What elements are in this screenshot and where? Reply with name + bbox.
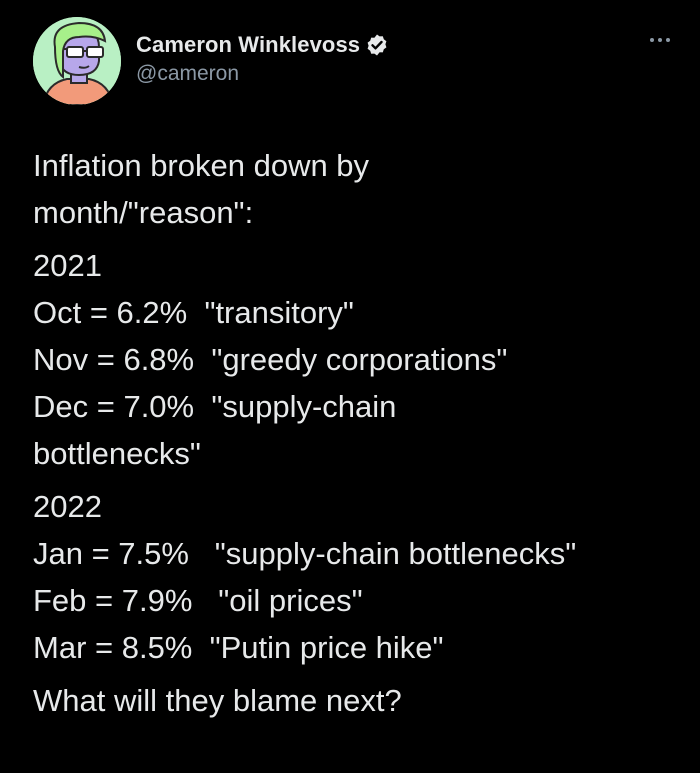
cartoon-avatar-icon — [33, 17, 121, 105]
intro-paragraph: Inflation broken down by month/"reason": — [33, 142, 673, 236]
text-line: What will they blame next? — [33, 683, 402, 718]
closing-paragraph: What will they blame next? — [33, 677, 673, 724]
tweet-text: Inflation broken down by month/"reason":… — [33, 142, 673, 724]
display-name-row: Cameron Winklevoss — [136, 31, 389, 59]
tweet-header: Cameron Winklevoss @cameron — [33, 17, 673, 107]
text-line: Nov = 6.8% "greedy corporations" — [33, 342, 508, 377]
text-line: Mar = 8.5% "Putin price hike" — [33, 630, 444, 665]
text-line: Dec = 7.0% "supply-chain — [33, 389, 397, 424]
verified-badge-icon — [367, 34, 387, 56]
year-heading: 2021 — [33, 248, 102, 283]
year-2021-section: 2021 Oct = 6.2% "transitory" Nov = 6.8% … — [33, 242, 673, 477]
avatar[interactable] — [33, 17, 121, 105]
text-line: month/"reason": — [33, 195, 254, 230]
display-name[interactable]: Cameron Winklevoss — [136, 32, 360, 58]
handle[interactable]: @cameron — [136, 62, 389, 86]
year-heading: 2022 — [33, 489, 102, 524]
year-2022-section: 2022 Jan = 7.5% "supply-chain bottleneck… — [33, 483, 673, 671]
text-line: Feb = 7.9% "oil prices" — [33, 583, 363, 618]
text-line: Inflation broken down by — [33, 148, 370, 183]
author-info: Cameron Winklevoss @cameron — [136, 31, 389, 86]
text-line: Jan = 7.5% "supply-chain bottlenecks" — [33, 536, 577, 571]
text-line: Oct = 6.2% "transitory" — [33, 295, 354, 330]
text-line: bottlenecks" — [33, 436, 201, 471]
more-dots-icon[interactable] — [647, 33, 673, 47]
